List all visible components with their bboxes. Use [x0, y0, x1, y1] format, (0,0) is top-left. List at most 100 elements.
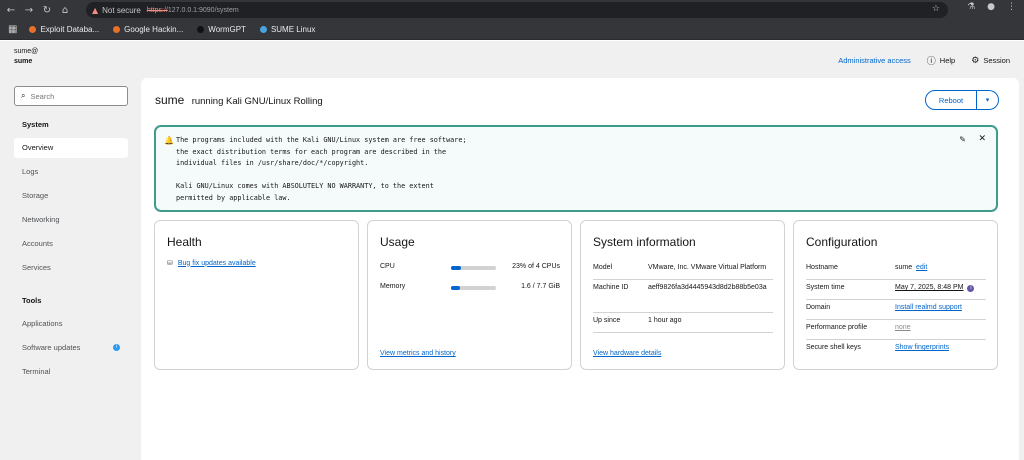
cpu-value: 23% of 4 CPUs	[512, 263, 560, 270]
sidebar-item-networking[interactable]: Networking	[14, 210, 128, 230]
chevron-down-icon: ▾	[985, 96, 990, 104]
section-system: System	[22, 120, 49, 129]
memory-bar-fill	[451, 286, 461, 290]
motd-text: The programs included with the Kali GNU/…	[176, 136, 467, 202]
apps-grid-icon[interactable]: ▦	[8, 24, 17, 35]
home-icon[interactable]: ⌂	[58, 3, 72, 17]
cpu-bar	[451, 266, 496, 270]
profile-icon[interactable]: ●	[987, 2, 995, 12]
sidebar: ⌕ System Overview Logs Storage Networkin…	[14, 86, 130, 426]
memory-row: Memory 1.6 / 7.7 GiB	[380, 283, 560, 295]
reboot-dropdown-toggle[interactable]: ▾	[977, 90, 999, 110]
address-bar[interactable]: ▲ Not secure https:// 127.0.0.1:9090/sys…	[86, 2, 948, 18]
administrative-access-button[interactable]: Administrative access	[838, 56, 911, 65]
host-name: sume	[14, 58, 33, 65]
page-title: sume running Kali GNU/Linux Rolling	[155, 93, 323, 107]
cpu-bar-fill	[451, 266, 462, 270]
hostname-edit-link[interactable]: edit	[916, 264, 927, 271]
memory-bar	[451, 286, 496, 290]
sidebar-item-logs[interactable]: Logs	[14, 162, 128, 182]
bookmark-google-hacking[interactable]: Google Hackin...	[113, 25, 183, 34]
warning-icon: ▲	[92, 5, 99, 15]
view-hardware-link[interactable]: View hardware details	[593, 350, 661, 357]
performance-profile-row: Performance profile none	[806, 323, 986, 340]
system-information-card: System information Model VMware, Inc. VM…	[580, 220, 785, 370]
up-since-value: 1 hour ago	[648, 317, 682, 324]
search-box[interactable]: ⌕	[14, 86, 128, 106]
gear-icon: ⚙	[971, 55, 980, 66]
labs-icon[interactable]: ⚗	[967, 2, 975, 12]
sidebar-item-overview[interactable]: Overview	[14, 138, 128, 158]
page-hostname: sume	[155, 93, 185, 107]
bookmark-exploit-db[interactable]: Exploit Databa...	[29, 25, 99, 34]
model-value: VMware, Inc. VMware Virtual Platform	[648, 264, 767, 271]
user-at: sume@	[14, 48, 39, 55]
cpu-row: CPU 23% of 4 CPUs	[380, 263, 560, 275]
sidebar-item-storage[interactable]: Storage	[14, 186, 128, 206]
sidebar-item-applications[interactable]: Applications	[14, 314, 128, 334]
system-time-label: System time	[806, 284, 845, 291]
bell-icon: 🔔	[164, 136, 174, 145]
performance-profile-link[interactable]: none	[895, 324, 911, 331]
usage-title: Usage	[380, 235, 415, 249]
not-secure-label[interactable]: Not secure	[102, 6, 141, 15]
show-fingerprints-link[interactable]: Show fingerprints	[895, 344, 949, 351]
domain-row: Domain Install realmd support	[806, 303, 986, 320]
info-icon[interactable]: i	[967, 285, 975, 292]
sidebar-item-accounts[interactable]: Accounts	[14, 234, 128, 254]
forward-icon[interactable]: →	[22, 3, 36, 17]
section-tools: Tools	[22, 296, 42, 305]
ssh-keys-label: Secure shell keys	[806, 344, 861, 351]
close-icon[interactable]: ✕	[978, 134, 986, 144]
reboot-group: Reboot ▾	[925, 90, 999, 110]
cpu-label: CPU	[380, 263, 395, 270]
overview-panel: sume running Kali GNU/Linux Rolling Rebo…	[141, 78, 1019, 460]
machine-id-row: Machine ID aeff9826fa3d4445943d8d2b88b5e…	[593, 283, 773, 313]
os-description: running Kali GNU/Linux Rolling	[191, 96, 323, 107]
search-input[interactable]	[30, 91, 111, 101]
up-since-row: Up since 1 hour ago	[593, 316, 773, 333]
machine-id-value: aeff9826fa3d4445943d8d2b88b5e03a	[648, 284, 767, 291]
view-metrics-link[interactable]: View metrics and history	[380, 350, 456, 357]
usage-card: Usage CPU 23% of 4 CPUs Memory 1.6 / 7.7…	[367, 220, 572, 370]
install-realmd-link[interactable]: Install realmd support	[895, 304, 962, 311]
system-time-row: System time May 7, 2025, 8:48 PM i	[806, 283, 986, 300]
motd-alert: 🔔 The programs included with the Kali GN…	[154, 125, 998, 212]
memory-value: 1.6 / 7.7 GiB	[521, 283, 560, 290]
host-switcher[interactable]: sume@ sume	[14, 47, 38, 67]
menu-icon[interactable]: ⋮	[1007, 2, 1016, 12]
url-path: 127.0.0.1:9090/system	[167, 6, 239, 14]
bug-fix-updates-link[interactable]: Bug fix updates available	[178, 260, 256, 267]
hostname-label: Hostname	[806, 264, 838, 271]
reload-icon[interactable]: ↻	[40, 3, 54, 17]
sidebar-item-software-updates[interactable]: Software updates i	[14, 338, 128, 358]
health-card: Health ⛁ Bug fix updates available	[154, 220, 359, 370]
model-label: Model	[593, 264, 613, 271]
hostname-value: sume	[895, 264, 913, 271]
performance-profile-label: Performance profile	[806, 324, 868, 331]
reboot-button[interactable]: Reboot	[925, 90, 977, 110]
hostname-row: Hostname sume edit	[806, 263, 986, 280]
machine-id-label: Machine ID	[593, 284, 629, 291]
up-since-label: Up since	[593, 317, 621, 324]
sysinfo-title: System information	[593, 235, 696, 249]
info-icon: i	[113, 344, 120, 351]
memory-label: Memory	[380, 283, 406, 290]
help-button[interactable]: ⓘ Help	[927, 54, 955, 67]
bookmark-favicon-icon	[197, 26, 205, 33]
bookmark-favicon-icon	[113, 26, 121, 33]
browser-toolbar: ← → ↻ ⌂ ▲ Not secure https:// 127.0.0.1:…	[0, 0, 1024, 20]
sidebar-item-terminal[interactable]: Terminal	[14, 362, 128, 382]
sidebar-item-services[interactable]: Services	[14, 258, 128, 278]
system-time-link[interactable]: May 7, 2025, 8:48 PM	[895, 284, 963, 291]
bookmark-favicon-icon	[29, 26, 37, 33]
session-button[interactable]: ⚙ Session	[971, 56, 1010, 66]
bookmark-wormgpt[interactable]: WormGPT	[197, 25, 246, 34]
edit-icon[interactable]: ✎	[959, 135, 966, 144]
bookmark-star-icon[interactable]: ☆	[932, 4, 940, 14]
help-icon: ⓘ	[926, 57, 936, 67]
bookmarks-bar: ▦ Exploit Databa... Google Hackin... Wor…	[0, 20, 1024, 40]
bookmark-sume-linux[interactable]: SUME Linux	[259, 25, 315, 34]
back-icon[interactable]: ←	[4, 3, 18, 17]
top-nav: Administrative access ⓘ Help ⚙ Session	[838, 54, 1010, 68]
